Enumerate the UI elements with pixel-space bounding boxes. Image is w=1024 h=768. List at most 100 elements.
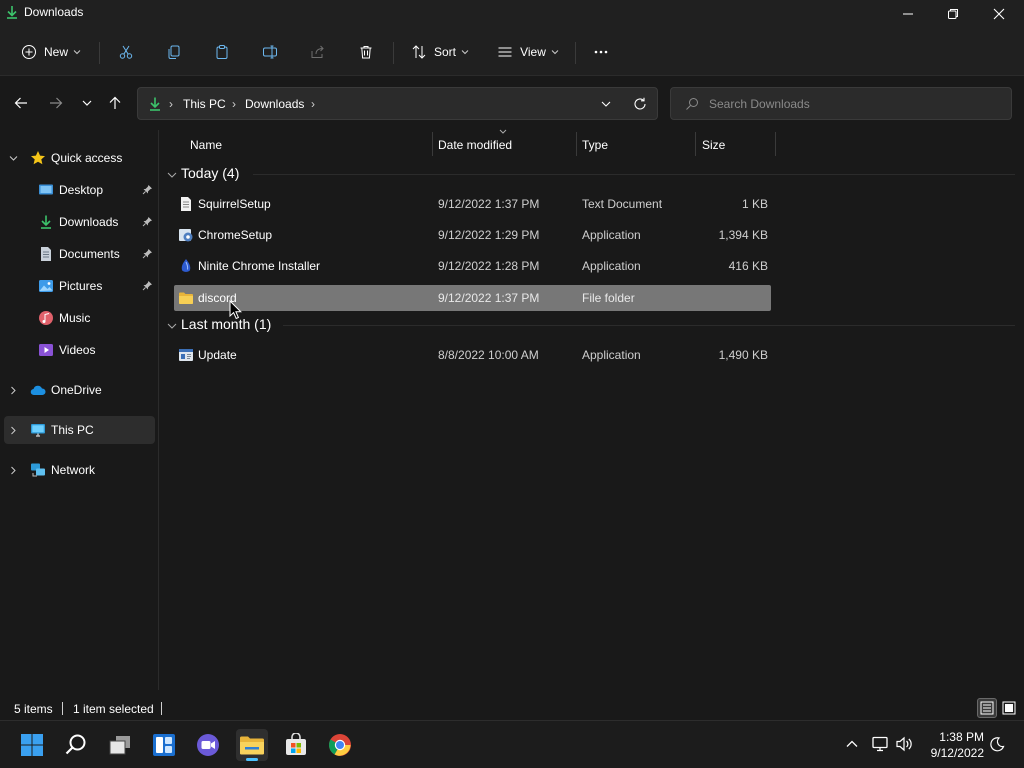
sidebar-item-label: Quick access	[51, 151, 123, 165]
file-type: Application	[582, 259, 641, 273]
navigation-pane: Quick access Desktop Downloads Documents…	[0, 130, 158, 690]
window-title: Downloads	[24, 5, 84, 19]
sidebar-item-quick-access[interactable]: Quick access	[4, 144, 155, 172]
sidebar-item-onedrive[interactable]: OneDrive	[4, 376, 155, 404]
rename-button[interactable]	[254, 37, 286, 67]
breadcrumb-chevron-icon: ›	[232, 97, 236, 111]
group-label: Last month (1)	[181, 316, 272, 332]
column-header-size[interactable]: Size	[695, 130, 775, 158]
file-explorer-taskbar-button[interactable]	[236, 729, 268, 761]
taskbar-search-button[interactable]	[60, 729, 92, 761]
file-row[interactable]: Update 8/8/2022 10:00 AM Application 1,4…	[174, 342, 771, 368]
speaker-icon	[896, 736, 912, 752]
file-date: 9/12/2022 1:37 PM	[438, 197, 540, 211]
focus-assist-button[interactable]	[988, 735, 1006, 753]
breadcrumb-chevron-icon: ›	[169, 97, 173, 111]
search-input[interactable]	[709, 94, 999, 114]
sidebar-item-desktop[interactable]: Desktop	[4, 176, 155, 204]
start-button[interactable]	[16, 729, 48, 761]
ethernet-icon	[872, 736, 888, 752]
sidebar-item-label: Desktop	[59, 183, 104, 197]
close-button[interactable]	[976, 0, 1022, 28]
address-history-button[interactable]	[598, 96, 614, 112]
chrome-icon	[329, 734, 351, 756]
widgets-button[interactable]	[148, 729, 180, 761]
toolbar-divider	[575, 42, 576, 64]
status-divider	[62, 702, 63, 715]
up-button[interactable]	[104, 92, 126, 114]
recent-locations-button[interactable]	[76, 92, 98, 114]
large-icons-view-button[interactable]	[999, 698, 1019, 718]
file-row[interactable]: SquirrelSetup 9/12/2022 1:37 PM Text Doc…	[174, 191, 771, 217]
file-row[interactable]: ChromeSetup 9/12/2022 1:29 PM Applicatio…	[174, 222, 771, 248]
copy-button[interactable]	[158, 37, 190, 67]
sidebar-item-videos[interactable]: Videos	[4, 336, 155, 364]
column-header-date[interactable]: Date modified	[432, 130, 576, 158]
windows-logo-icon	[21, 734, 43, 756]
column-divider[interactable]	[775, 132, 776, 156]
restore-icon	[948, 9, 958, 19]
paste-button[interactable]	[206, 37, 238, 67]
file-size: 1,394 KB	[718, 228, 768, 242]
close-icon	[993, 8, 1005, 20]
breadcrumb-downloads[interactable]: Downloads	[245, 97, 304, 111]
search-box[interactable]	[670, 87, 1012, 120]
group-divider	[283, 325, 1015, 326]
command-bar: New Sort View	[0, 28, 1024, 76]
ninite-icon	[181, 259, 191, 272]
restore-button[interactable]	[930, 0, 976, 28]
column-header-type[interactable]: Type	[576, 130, 695, 158]
chrome-button[interactable]	[324, 729, 356, 761]
task-view-button[interactable]	[104, 729, 136, 761]
pane-divider[interactable]	[158, 130, 159, 690]
delete-button[interactable]	[350, 37, 382, 67]
cut-button[interactable]	[110, 37, 142, 67]
sidebar-item-network[interactable]: Network	[4, 456, 155, 484]
address-bar[interactable]: › This PC › Downloads ›	[137, 87, 658, 120]
pin-icon	[142, 217, 152, 227]
toolbar-divider	[393, 42, 394, 64]
sidebar-item-label: Music	[59, 311, 91, 325]
back-button[interactable]	[10, 92, 32, 114]
sidebar-item-downloads[interactable]: Downloads	[4, 208, 155, 236]
documents-icon	[41, 247, 51, 261]
sidebar-item-this-pc[interactable]: This PC	[4, 416, 155, 444]
more-options-button[interactable]	[585, 37, 617, 67]
group-header-last-month[interactable]: Last month (1)	[165, 314, 1015, 338]
chat-icon	[197, 734, 219, 756]
widgets-icon	[153, 734, 175, 756]
sidebar-item-documents[interactable]: Documents	[4, 240, 155, 268]
file-row-selected[interactable]: discord 9/12/2022 1:37 PM File folder	[174, 285, 771, 311]
column-header-name[interactable]: Name	[174, 130, 432, 158]
sidebar-item-pictures[interactable]: Pictures	[4, 272, 155, 300]
teams-chat-button[interactable]	[192, 729, 224, 761]
new-button[interactable]: New	[14, 37, 88, 67]
breadcrumb-this-pc[interactable]: This PC	[183, 97, 226, 111]
trash-icon	[360, 46, 372, 59]
network-tray-button[interactable]	[871, 735, 889, 753]
minimize-button[interactable]	[885, 0, 931, 28]
forward-button[interactable]	[45, 92, 67, 114]
details-view-button[interactable]	[977, 698, 997, 718]
microsoft-store-button[interactable]	[280, 729, 312, 761]
tiles-view-icon	[1002, 701, 1016, 715]
group-header-today[interactable]: Today (4)	[165, 163, 1015, 187]
sidebar-item-music[interactable]: Music	[4, 304, 155, 332]
active-indicator	[246, 758, 258, 761]
show-hidden-icons-button[interactable]	[843, 735, 861, 753]
refresh-button[interactable]	[632, 96, 648, 112]
mouse-pointer-icon	[229, 300, 243, 320]
view-button[interactable]: View	[490, 37, 566, 67]
chevron-right-icon	[11, 426, 16, 435]
pictures-icon	[39, 280, 53, 292]
sort-button[interactable]: Sort	[404, 37, 476, 67]
file-size: 416 KB	[728, 259, 768, 273]
share-button[interactable]	[302, 37, 334, 67]
volume-tray-button[interactable]	[895, 735, 913, 753]
view-label: View	[520, 45, 546, 59]
clock[interactable]: 1:38 PM 9/12/2022	[918, 729, 984, 761]
chevron-down-icon	[82, 100, 92, 106]
file-row[interactable]: Ninite Chrome Installer 9/12/2022 1:28 P…	[174, 253, 771, 279]
moon-icon	[990, 737, 1005, 752]
file-size: 1,490 KB	[718, 348, 768, 362]
